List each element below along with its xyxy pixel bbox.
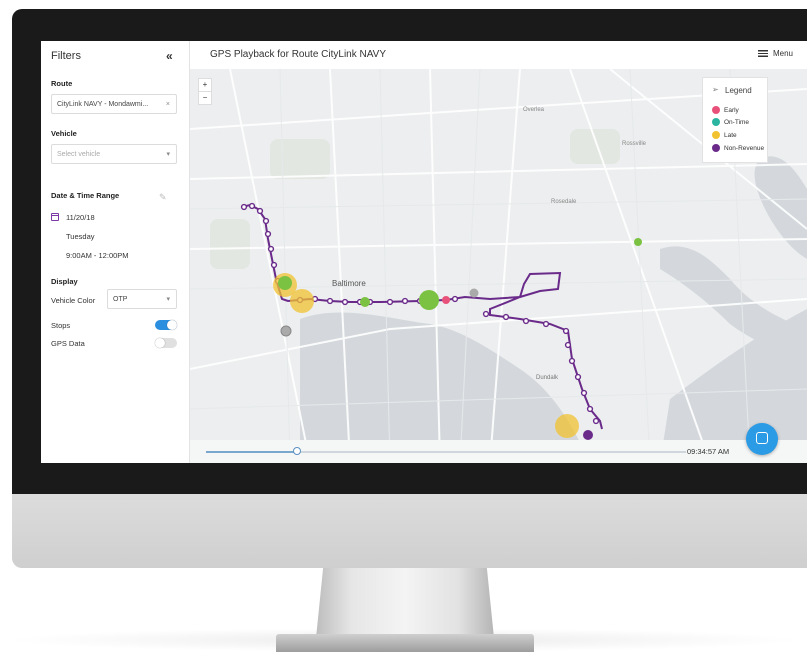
vehicle-on-time <box>360 297 370 307</box>
park-area <box>570 129 620 164</box>
vehicle-late <box>290 289 314 313</box>
toggle-knob <box>167 320 177 330</box>
stops-label: Stops <box>51 321 71 330</box>
page-title: GPS Playback for Route CityLink NAVY <box>210 49 386 60</box>
calendar-icon <box>51 213 59 221</box>
vehicle-non-revenue <box>583 430 593 440</box>
timeline-handle[interactable] <box>293 447 302 455</box>
stops-toggle[interactable] <box>155 320 177 330</box>
timeline-progress <box>206 451 298 453</box>
vehicle-on-time <box>634 238 642 246</box>
date-time-label: Date & Time Range <box>51 191 120 200</box>
route-label: Route <box>51 79 73 88</box>
river-water <box>660 246 807 359</box>
map-label-baltimore: Baltimore <box>332 279 366 288</box>
collapse-sidebar-icon[interactable]: « <box>166 49 173 63</box>
map-legend: ➢ Legend Early On-Time Late Non-Revenue <box>702 77 768 163</box>
map-label-dundalk: Dundalk <box>536 375 559 381</box>
legend-item-on-time: On-Time <box>712 118 749 126</box>
map-view[interactable]: Baltimore Rosedale Overlea Rossville Dun… <box>190 69 807 463</box>
navigation-arrow-icon: ➢ <box>712 85 719 94</box>
vehicle-idle <box>469 288 479 298</box>
chevron-down-icon: ▾ <box>166 296 170 303</box>
hamburger-icon <box>757 50 768 57</box>
edit-pencil-icon[interactable]: ✎ <box>159 192 167 203</box>
playback-timeline: 09:34:57 AM <box>190 440 807 463</box>
map-label-rossville: Rossville <box>622 141 647 147</box>
menu-button[interactable]: Menu <box>757 49 793 58</box>
gps-data-label: GPS Data <box>51 339 85 348</box>
vehicle-color-value: OTP <box>113 296 128 303</box>
playback-time: 09:34:57 AM <box>687 447 730 456</box>
on-time-dot <box>712 118 720 126</box>
map-label-overlea: Overlea <box>523 107 545 113</box>
early-dot <box>712 106 720 114</box>
legend-item-late: Late <box>712 131 737 139</box>
app-screen: Filters « Route CityLink NAVY - Mondawmi… <box>41 41 807 463</box>
clear-icon[interactable]: × <box>166 95 170 115</box>
monitor-stand <box>316 568 494 638</box>
route-select-value: CityLink NAVY - Mondawmi... <box>57 101 149 108</box>
legend-item-non-revenue: Non-Revenue <box>712 144 764 152</box>
vehicle-select-placeholder: Select vehicle <box>57 151 101 158</box>
vehicle-on-time <box>419 290 439 310</box>
vehicle-idle <box>280 325 292 337</box>
non-revenue-dot <box>712 144 720 152</box>
weekday-value: Tuesday <box>66 232 95 241</box>
legend-label: Early <box>724 107 739 114</box>
vehicle-color-label: Vehicle Color <box>51 296 96 305</box>
vehicle-early <box>442 296 450 304</box>
time-range-value: 9:00AM - 12:00PM <box>66 251 129 260</box>
vehicle-select[interactable]: Select vehicle ▾ <box>51 144 177 164</box>
park-area <box>270 139 330 179</box>
legend-title: Legend <box>725 86 752 95</box>
zoom-out-button[interactable]: − <box>199 91 211 104</box>
legend-item-early: Early <box>712 106 739 114</box>
zoom-control: + − <box>198 78 212 105</box>
display-label: Display <box>51 277 78 286</box>
header-bar: GPS Playback for Route CityLink NAVY Men… <box>190 41 807 70</box>
legend-label: On-Time <box>724 119 750 126</box>
vehicle-label: Vehicle <box>51 129 77 138</box>
sidebar-title: Filters <box>51 50 81 62</box>
date-value: 11/20/18 <box>66 213 95 222</box>
vehicle-on-time <box>278 276 292 290</box>
map-label-rosedale: Rosedale <box>551 199 577 205</box>
gps-data-toggle[interactable] <box>155 338 177 348</box>
menu-label: Menu <box>772 49 793 58</box>
zoom-in-button[interactable]: + <box>199 79 211 91</box>
chevron-down-icon: ▾ <box>166 151 170 158</box>
park-area <box>210 219 250 269</box>
monitor-stand-base <box>276 634 534 652</box>
vehicle-late <box>555 414 579 438</box>
legend-label: Late <box>724 132 737 139</box>
filters-sidebar: Filters « Route CityLink NAVY - Mondawmi… <box>41 41 190 463</box>
toggle-knob <box>155 338 165 348</box>
chat-icon <box>756 432 768 444</box>
vehicle-color-select[interactable]: OTP ▾ <box>107 289 177 309</box>
late-dot <box>712 131 720 139</box>
monitor-chin <box>12 494 807 568</box>
route-select[interactable]: CityLink NAVY - Mondawmi... × <box>51 94 177 114</box>
legend-label: Non-Revenue <box>724 145 765 152</box>
chat-button[interactable] <box>746 423 778 455</box>
